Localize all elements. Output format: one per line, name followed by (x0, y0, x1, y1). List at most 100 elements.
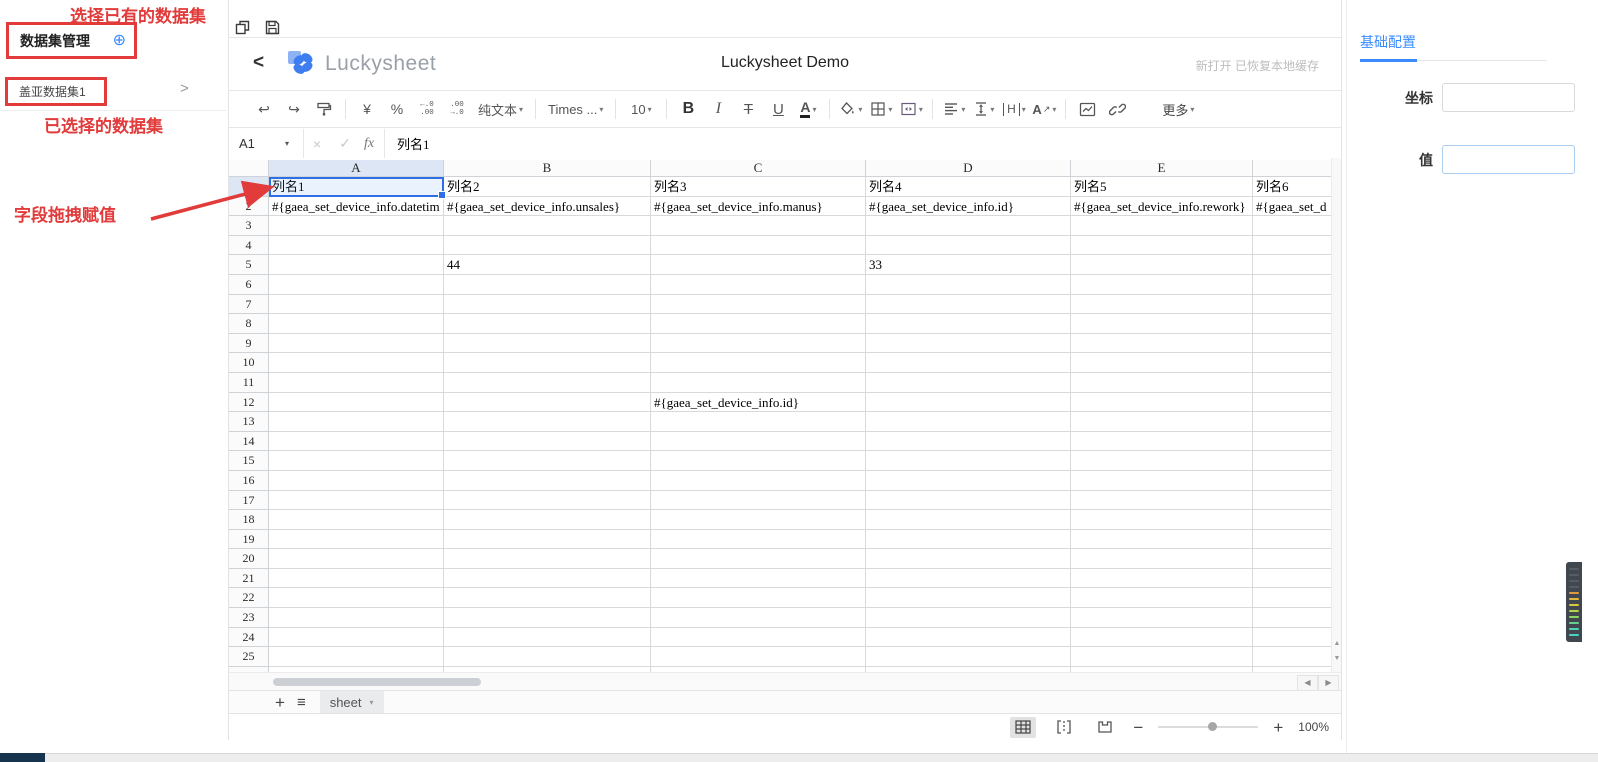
grid-cell-F23[interactable] (1253, 608, 1341, 628)
chevron-right-icon[interactable]: > (180, 80, 189, 97)
percent-format-icon[interactable]: % (384, 96, 410, 122)
row-header-23[interactable]: 23 (229, 608, 269, 628)
grid-cell-E24[interactable] (1071, 628, 1253, 648)
hscroll-thumb[interactable] (273, 678, 481, 686)
grid-cell-B16[interactable] (444, 471, 651, 491)
row-header-22[interactable]: 22 (229, 588, 269, 608)
grid-cell-F19[interactable] (1253, 530, 1341, 550)
grid-cell-B3[interactable] (444, 216, 651, 236)
row-header-20[interactable]: 20 (229, 549, 269, 569)
grid-cell-D25[interactable] (866, 647, 1071, 667)
row-header-17[interactable]: 17 (229, 491, 269, 511)
grid-cell-C7[interactable] (651, 295, 866, 315)
row-header-9[interactable]: 9 (229, 334, 269, 354)
grid-cell-F5[interactable] (1253, 255, 1341, 275)
grid-cell-C24[interactable] (651, 628, 866, 648)
grid-cell-C17[interactable] (651, 491, 866, 511)
row-header-11[interactable]: 11 (229, 373, 269, 393)
row-header-5[interactable]: 5 (229, 255, 269, 275)
value-input[interactable] (1442, 145, 1575, 174)
row-header-16[interactable]: 16 (229, 471, 269, 491)
column-header-D[interactable]: D (866, 160, 1071, 177)
grid-cell-B2[interactable]: #{gaea_set_device_info.unsales} (444, 197, 651, 217)
italic-icon[interactable]: I (705, 96, 731, 122)
grid-cell-F10[interactable] (1253, 353, 1341, 373)
grid-cell-A3[interactable] (269, 216, 444, 236)
add-dataset-icon[interactable]: ⊕ (113, 33, 126, 49)
grid-cell-F24[interactable] (1253, 628, 1341, 648)
grid-cell-C10[interactable] (651, 353, 866, 373)
grid-cell-E1[interactable]: 列名5 (1071, 177, 1253, 197)
grid-cell-B13[interactable] (444, 412, 651, 432)
grid-cell-D8[interactable] (866, 314, 1071, 334)
row-header-3[interactable]: 3 (229, 216, 269, 236)
grid-cell-E6[interactable] (1071, 275, 1253, 295)
grid-cell-D15[interactable] (866, 451, 1071, 471)
grid-cell-F2[interactable]: #{gaea_set_d (1253, 197, 1341, 217)
grid-cell-F13[interactable] (1253, 412, 1341, 432)
row-header-8[interactable]: 8 (229, 314, 269, 334)
decrease-decimal-icon[interactable]: ←.0.00 (414, 96, 440, 122)
borders-icon[interactable]: ▾ (868, 96, 894, 122)
grid-cell-B17[interactable] (444, 491, 651, 511)
grid-cell-E14[interactable] (1071, 432, 1253, 452)
grid-cell-B23[interactable] (444, 608, 651, 628)
grid-cell-D13[interactable] (866, 412, 1071, 432)
formula-confirm-icon[interactable]: ✓ (339, 135, 351, 152)
grid-cell-E25[interactable] (1071, 647, 1253, 667)
grid-cell-A2[interactable]: #{gaea_set_device_info.datetim (269, 197, 444, 217)
row-header-7[interactable]: 7 (229, 295, 269, 315)
fill-handle[interactable] (438, 191, 446, 199)
grid-cell-E4[interactable] (1071, 236, 1253, 256)
grid-cell-A18[interactable] (269, 510, 444, 530)
grid-cell-B15[interactable] (444, 451, 651, 471)
grid-cell-F22[interactable] (1253, 588, 1341, 608)
scroll-up-icon[interactable]: ▲ (1333, 640, 1341, 647)
grid-cell-A6[interactable] (269, 275, 444, 295)
column-header-E[interactable]: E (1071, 160, 1253, 177)
more-dropdown[interactable]: 更多▾ (1158, 96, 1198, 122)
grid-cell-E15[interactable] (1071, 451, 1253, 471)
grid-cell-C9[interactable] (651, 334, 866, 354)
grid-cell-C16[interactable] (651, 471, 866, 491)
cell-ref-dropdown-icon[interactable]: ▾ (285, 139, 289, 148)
grid-cell-B11[interactable] (444, 373, 651, 393)
tab-basic-config[interactable]: 基础配置 (1360, 32, 1416, 52)
format-painter-icon[interactable] (311, 96, 337, 122)
zoom-slider[interactable] (1158, 726, 1258, 728)
grid-cell-E5[interactable] (1071, 255, 1253, 275)
grid-cell-C25[interactable] (651, 647, 866, 667)
grid-cell-B25[interactable] (444, 647, 651, 667)
grid-cell-D5[interactable]: 33 (866, 255, 1071, 275)
zoom-percentage[interactable]: 100% (1298, 720, 1329, 734)
column-header-C[interactable]: C (651, 160, 866, 177)
text-wrap-icon[interactable]: H▾ (1001, 96, 1027, 122)
grid-cell-E19[interactable] (1071, 530, 1253, 550)
grid-cell-E18[interactable] (1071, 510, 1253, 530)
grid-cell-E21[interactable] (1071, 569, 1253, 589)
grid-cell-D4[interactable] (866, 236, 1071, 256)
grid-cell-B1[interactable]: 列名2 (444, 177, 651, 197)
row-header-19[interactable]: 19 (229, 530, 269, 550)
grid-cell-E13[interactable] (1071, 412, 1253, 432)
grid-cell-A4[interactable] (269, 236, 444, 256)
grid-cell-A19[interactable] (269, 530, 444, 550)
underline-icon[interactable]: U (765, 96, 791, 122)
grid-cell-C13[interactable] (651, 412, 866, 432)
merge-cells-icon[interactable]: ▾ (898, 96, 924, 122)
fx-icon[interactable]: fx (364, 136, 374, 152)
grid-cell-D10[interactable] (866, 353, 1071, 373)
grid-cell-C11[interactable] (651, 373, 866, 393)
grid-cell-E10[interactable] (1071, 353, 1253, 373)
grid-cell-F11[interactable] (1253, 373, 1341, 393)
scroll-right-icon[interactable]: ▶ (1318, 675, 1339, 691)
row-header-25[interactable]: 25 (229, 647, 269, 667)
grid-cell-C19[interactable] (651, 530, 866, 550)
grid-cell-A10[interactable] (269, 353, 444, 373)
grid-cell-F6[interactable] (1253, 275, 1341, 295)
grid-cell-D16[interactable] (866, 471, 1071, 491)
grid-cell-C14[interactable] (651, 432, 866, 452)
print-area-icon[interactable] (1092, 717, 1118, 738)
font-color-icon[interactable]: A▾ (795, 96, 821, 122)
grid-cell-D12[interactable] (866, 393, 1071, 413)
